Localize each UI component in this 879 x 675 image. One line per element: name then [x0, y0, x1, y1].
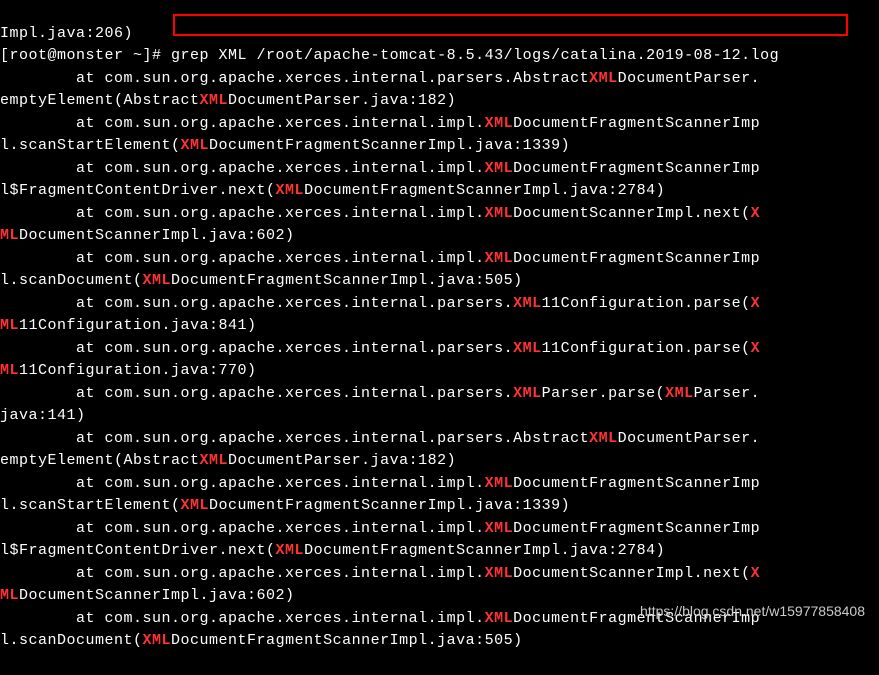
output-line: ML11Configuration.java:770) — [0, 360, 879, 383]
prompt-line: [root@monster ~]# grep XML /root/apache-… — [0, 45, 879, 68]
grep-match: XML — [485, 475, 514, 492]
grep-match: X — [751, 205, 761, 222]
output-line: l.scanStartElement(XMLDocumentFragmentSc… — [0, 495, 879, 518]
output-line: emptyElement(AbstractXMLDocumentParser.j… — [0, 450, 879, 473]
grep-match: X — [751, 295, 761, 312]
grep-match: XML — [589, 430, 618, 447]
grep-match: X — [751, 565, 761, 582]
output-line: at com.sun.org.apache.xerces.internal.im… — [0, 473, 879, 496]
grep-match: XML — [276, 542, 305, 559]
grep-match: ML — [0, 362, 19, 379]
output-line: at com.sun.org.apache.xerces.internal.pa… — [0, 383, 879, 406]
output-line: at com.sun.org.apache.xerces.internal.pa… — [0, 293, 879, 316]
grep-match: XML — [200, 452, 229, 469]
grep-match: XML — [485, 115, 514, 132]
grep-match: XML — [485, 565, 514, 582]
grep-match: ML — [0, 227, 19, 244]
grep-match: XML — [589, 70, 618, 87]
output-line: at com.sun.org.apache.xerces.internal.pa… — [0, 338, 879, 361]
grep-match: XML — [665, 385, 694, 402]
grep-match: XML — [143, 272, 172, 289]
grep-match: XML — [513, 385, 542, 402]
grep-match: XML — [513, 340, 542, 357]
grep-match: XML — [485, 520, 514, 537]
shell-prompt: [root@monster ~]# — [0, 47, 171, 64]
grep-match: XML — [181, 137, 210, 154]
grep-match: XML — [485, 610, 514, 627]
grep-match: XML — [276, 182, 305, 199]
output-line: at com.sun.org.apache.xerces.internal.im… — [0, 518, 879, 541]
grep-match: ML — [0, 587, 19, 604]
output-line: MLDocumentScannerImpl.java:602) — [0, 225, 879, 248]
output-line: at com.sun.org.apache.xerces.internal.im… — [0, 158, 879, 181]
grep-match: XML — [485, 160, 514, 177]
output-line: at com.sun.org.apache.xerces.internal.im… — [0, 248, 879, 271]
output-line: l.scanStartElement(XMLDocumentFragmentSc… — [0, 135, 879, 158]
terminal-output[interactable]: Impl.java:206)[root@monster ~]# grep XML… — [0, 0, 879, 675]
output-line: Impl.java:206) — [0, 23, 879, 46]
watermark-text: https://blog.csdn.net/w15977858408 — [640, 601, 865, 622]
output-line: l.scanDocument(XMLDocumentFragmentScanne… — [0, 270, 879, 293]
output-line: at com.sun.org.apache.xerces.internal.im… — [0, 563, 879, 586]
output-line: l$FragmentContentDriver.next(XMLDocument… — [0, 540, 879, 563]
output-line: at com.sun.org.apache.xerces.internal.pa… — [0, 68, 879, 91]
output-line: emptyElement(AbstractXMLDocumentParser.j… — [0, 90, 879, 113]
grep-match: XML — [485, 205, 514, 222]
grep-match: ML — [0, 317, 19, 334]
output-line: l$FragmentContentDriver.next(XMLDocument… — [0, 180, 879, 203]
output-line: at com.sun.org.apache.xerces.internal.pa… — [0, 428, 879, 451]
grep-match: X — [751, 340, 761, 357]
grep-match: XML — [485, 250, 514, 267]
grep-match: XML — [143, 632, 172, 649]
grep-match: XML — [181, 497, 210, 514]
grep-match: XML — [513, 295, 542, 312]
output-line: at com.sun.org.apache.xerces.internal.im… — [0, 203, 879, 226]
grep-match: XML — [200, 92, 229, 109]
output-line: ML11Configuration.java:841) — [0, 315, 879, 338]
shell-command: grep XML /root/apache-tomcat-8.5.43/logs… — [171, 47, 779, 64]
output-line: java:141) — [0, 405, 879, 428]
output-line: at com.sun.org.apache.xerces.internal.im… — [0, 113, 879, 136]
output-line: l.scanDocument(XMLDocumentFragmentScanne… — [0, 630, 879, 653]
